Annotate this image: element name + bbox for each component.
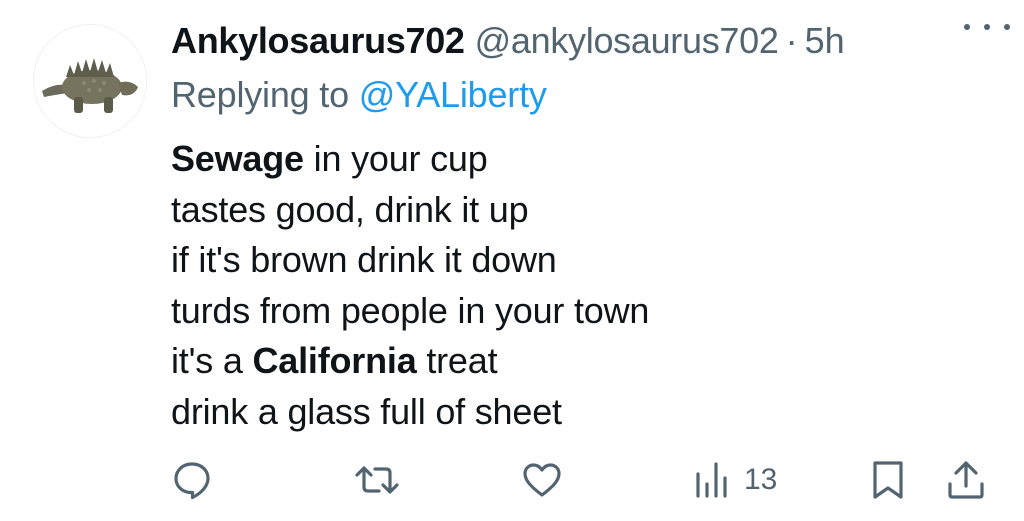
views-button[interactable]: 13 xyxy=(692,455,777,505)
views-icon xyxy=(696,462,727,498)
retweet-button[interactable] xyxy=(355,455,399,505)
share-button[interactable] xyxy=(944,455,988,505)
more-icon[interactable] xyxy=(964,16,1010,38)
replying-to-label: Replying to xyxy=(171,74,359,115)
tweet-line: tastes good, drink it up xyxy=(171,188,529,230)
timestamp[interactable]: 5h xyxy=(805,14,845,68)
heart-icon xyxy=(523,463,561,497)
tweet-line: if it's brown drink it down xyxy=(171,239,557,280)
retweet-icon xyxy=(355,466,399,494)
tweet-line: Sewage in your cup xyxy=(171,134,1001,185)
replying-to: Replying to @YALiberty xyxy=(171,68,1001,122)
avatar[interactable] xyxy=(33,24,147,138)
bookmark-icon xyxy=(873,461,903,499)
line-text: treat xyxy=(416,340,498,381)
line-text: it's a xyxy=(171,340,253,381)
mention-link[interactable]: @YALiberty xyxy=(359,74,547,115)
reply-icon xyxy=(174,462,210,500)
bookmark-button[interactable] xyxy=(868,455,908,505)
bold-word: California xyxy=(252,340,417,381)
tweet-line: drink a glass full of sheet xyxy=(171,390,562,432)
tweet-line: it's a California treat xyxy=(171,336,1001,387)
like-button[interactable] xyxy=(520,455,564,505)
tweet-content: Ankylosaurus702 @ankylosaurus702 · 5h Re… xyxy=(171,14,1001,437)
ankylosaurus-avatar-image xyxy=(34,25,146,137)
bold-word: Sewage xyxy=(171,138,304,179)
views-count: 13 xyxy=(744,463,778,496)
tweet-line: turds from people in your town xyxy=(171,289,650,331)
line-text: in your cup xyxy=(303,138,488,179)
user-handle[interactable]: @ankylosaurus702 xyxy=(475,14,779,68)
reply-button[interactable] xyxy=(170,455,214,505)
display-name[interactable]: Ankylosaurus702 xyxy=(171,14,465,68)
separator-dot: · xyxy=(785,20,798,61)
tweet-header: Ankylosaurus702 @ankylosaurus702 · 5h xyxy=(171,14,1001,68)
tweet: Ankylosaurus702 @ankylosaurus702 · 5h Re… xyxy=(0,0,1024,521)
tweet-text: Sewage in your cup tastes good, drink it… xyxy=(171,134,1001,437)
action-bar: 13 xyxy=(0,455,1024,505)
share-icon xyxy=(948,461,984,499)
